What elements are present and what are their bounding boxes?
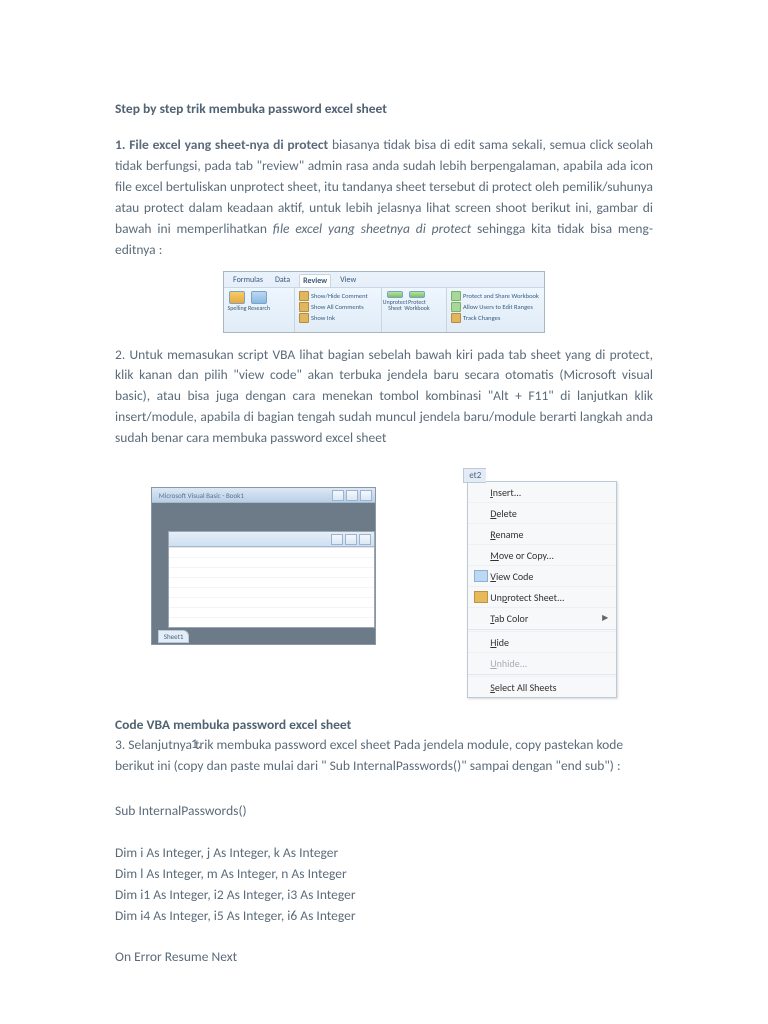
code-line: On Error Resume Next bbox=[115, 947, 653, 968]
changes-group: Protect and Share Workbook Allow Users t… bbox=[451, 291, 539, 323]
ribbon-tab: Data bbox=[272, 274, 293, 287]
vba-code-block: Sub InternalPasswords() Dim i As Integer… bbox=[115, 801, 653, 968]
ctx-insert: Insert... bbox=[468, 482, 616, 502]
spell-icon: Spelling bbox=[228, 291, 246, 311]
list-marker: 1. bbox=[191, 735, 201, 752]
submenu-arrow-icon: ▶ bbox=[602, 613, 608, 623]
ctx-view-code: View Code bbox=[468, 565, 616, 586]
research-icon: Research bbox=[250, 291, 268, 311]
sheet-tab-fragment: et2 bbox=[463, 468, 486, 483]
window-buttons bbox=[332, 490, 372, 501]
step1-italic: file excel yang sheetnya di protect bbox=[273, 220, 471, 237]
ctx-unprotect-sheet: Unprotect Sheet... bbox=[468, 586, 616, 607]
step1-paragraph: 1. File excel yang sheet-nya di protect … bbox=[115, 135, 653, 261]
ctx-select-all-sheets: Select All Sheets bbox=[468, 676, 616, 697]
ribbon-tab: Formulas bbox=[230, 274, 266, 287]
ribbon-tab-active: Review bbox=[299, 274, 331, 287]
figure-row-2: Microsoft Visual Basic - Book1 She bbox=[115, 463, 653, 698]
ctx-rename: Rename bbox=[468, 523, 616, 544]
step3-heading: Code VBA membuka password excel sheet bbox=[115, 716, 653, 733]
ctx-unhide: Unhide... bbox=[468, 652, 616, 673]
ctx-delete: Delete bbox=[468, 502, 616, 523]
vba-titlebar-text: Microsoft Visual Basic - Book1 bbox=[155, 491, 244, 500]
code-line: Dim i4 As Integer, i5 As Integer, i6 As … bbox=[115, 906, 653, 927]
excel-review-ribbon: Formulas Data Review View Spelling Resea… bbox=[223, 271, 545, 333]
step1-lead: 1. File excel yang sheet-nya di protect bbox=[115, 136, 328, 153]
code-icon bbox=[474, 570, 488, 582]
unprotect-sheet-icon: UnprotectSheet bbox=[386, 291, 404, 311]
code-line: Dim l As Integer, m As Integer, n As Int… bbox=[115, 864, 653, 885]
code-line bbox=[115, 822, 653, 843]
vba-module-window bbox=[168, 531, 375, 628]
comment-group: Show/Hide Comment Show All Comments Show… bbox=[299, 291, 368, 323]
code-line: Dim i As Integer, j As Integer, k As Int… bbox=[115, 843, 653, 864]
context-menu: et2 Insert... Delete Rename Move or Copy… bbox=[467, 463, 617, 698]
vba-window: Microsoft Visual Basic - Book1 She bbox=[151, 487, 376, 645]
protect-workbook-icon: ProtectWorkbook bbox=[408, 291, 426, 311]
figure-ribbon: Formulas Data Review View Spelling Resea… bbox=[115, 271, 653, 333]
ctx-tab-color: Tab Color▶ bbox=[468, 607, 616, 628]
code-line bbox=[115, 927, 653, 948]
ribbon-tab: View bbox=[337, 274, 359, 287]
page-title: Step by step trik membuka password excel… bbox=[115, 100, 653, 117]
sheet-tab: Sheet1 bbox=[158, 630, 190, 643]
lock-icon bbox=[474, 591, 488, 603]
ctx-move-copy: Move or Copy... bbox=[468, 544, 616, 565]
code-line: Sub InternalPasswords() bbox=[115, 801, 653, 822]
code-line: Dim i1 As Integer, i2 As Integer, i3 As … bbox=[115, 885, 653, 906]
ctx-hide: Hide bbox=[468, 631, 616, 652]
step2-paragraph: 2. Untuk memasukan script VBA lihat bagi… bbox=[115, 345, 653, 450]
